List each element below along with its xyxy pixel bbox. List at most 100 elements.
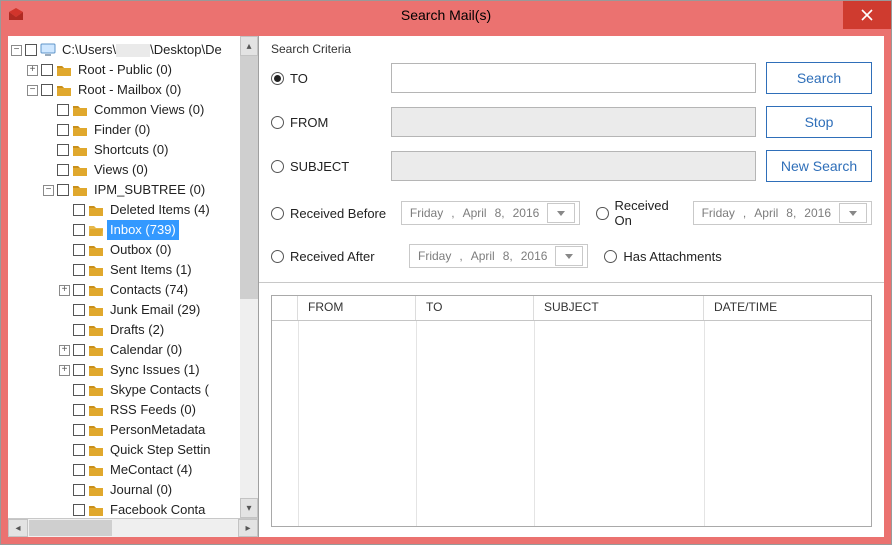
scroll-left-button[interactable]: ◂: [8, 519, 28, 537]
tree-item-views[interactable]: Views (0): [43, 160, 258, 180]
tree-item-common-views[interactable]: Common Views (0): [43, 100, 258, 120]
radio-has-attachments[interactable]: Has Attachments: [604, 249, 721, 264]
tree-item-deleted[interactable]: Deleted Items (4): [59, 200, 258, 220]
checkbox[interactable]: [57, 164, 69, 176]
scroll-thumb[interactable]: [29, 520, 112, 536]
checkbox[interactable]: [73, 304, 85, 316]
checkbox[interactable]: [73, 204, 85, 216]
date-picker-on[interactable]: Friday, April 8, 2016: [693, 201, 872, 225]
from-input[interactable]: [391, 107, 756, 137]
tree-item-shortcuts[interactable]: Shortcuts (0): [43, 140, 258, 160]
vertical-scrollbar[interactable]: ▴ ▾: [240, 36, 258, 518]
tree-item-personmeta[interactable]: PersonMetadata: [59, 420, 258, 440]
tree-item-sent[interactable]: Sent Items (1): [59, 260, 258, 280]
new-search-button[interactable]: New Search: [766, 150, 872, 182]
checkbox[interactable]: [73, 264, 85, 276]
tree-root[interactable]: − C:\Users\\Desktop\De: [11, 40, 258, 60]
criteria-row-from: FROM Stop: [271, 106, 872, 138]
checkbox[interactable]: [73, 364, 85, 376]
subject-input[interactable]: [391, 151, 756, 181]
calendar-dropdown-icon[interactable]: [839, 203, 867, 223]
tree-item-drafts[interactable]: Drafts (2): [59, 320, 258, 340]
radio-to[interactable]: TO: [271, 71, 381, 86]
calendar-dropdown-icon[interactable]: [547, 203, 575, 223]
tree-item-skype[interactable]: Skype Contacts (: [59, 380, 258, 400]
checkbox[interactable]: [73, 224, 85, 236]
checkbox[interactable]: [73, 284, 85, 296]
radio-received-after[interactable]: Received After: [271, 249, 401, 264]
stop-button[interactable]: Stop: [766, 106, 872, 138]
tree-item-rss[interactable]: RSS Feeds (0): [59, 400, 258, 420]
column-from[interactable]: FROM: [298, 296, 416, 320]
search-button[interactable]: Search: [766, 62, 872, 94]
tree-item-root-public[interactable]: + Root - Public (0): [27, 60, 258, 80]
expand-icon[interactable]: −: [11, 45, 22, 56]
checkbox[interactable]: [73, 464, 85, 476]
checkbox[interactable]: [57, 184, 69, 196]
close-button[interactable]: [843, 1, 891, 29]
scroll-right-button[interactable]: ▸: [238, 519, 258, 537]
results-table[interactable]: FROM TO SUBJECT DATE/TIME: [271, 295, 872, 527]
grid-line: [416, 321, 417, 526]
tree-item-quickstep[interactable]: Quick Step Settin: [59, 440, 258, 460]
radio-from[interactable]: FROM: [271, 115, 381, 130]
calendar-dropdown-icon[interactable]: [555, 246, 583, 266]
checkbox[interactable]: [25, 44, 37, 56]
scroll-up-button[interactable]: ▴: [240, 36, 258, 56]
tree-item-finder[interactable]: Finder (0): [43, 120, 258, 140]
checkbox[interactable]: [73, 324, 85, 336]
radio-subject[interactable]: SUBJECT: [271, 159, 381, 174]
expand-icon[interactable]: −: [43, 185, 54, 196]
tree-item-calendar[interactable]: +Calendar (0): [59, 340, 258, 360]
radio-icon: [271, 160, 284, 173]
column-subject[interactable]: SUBJECT: [534, 296, 704, 320]
folder-tree[interactable]: − C:\Users\\Desktop\De +: [11, 40, 258, 518]
horizontal-scrollbar[interactable]: ◂ ▸: [8, 518, 258, 537]
tree-item-mecontact[interactable]: MeContact (4): [59, 460, 258, 480]
tree-label: RSS Feeds (0): [107, 400, 199, 420]
column-to[interactable]: TO: [416, 296, 534, 320]
tree-item-contacts[interactable]: +Contacts (74): [59, 280, 258, 300]
radio-received-on[interactable]: Received On: [596, 198, 684, 228]
date-picker-before[interactable]: Friday, April 8, 2016: [401, 201, 580, 225]
tree-item-sync[interactable]: +Sync Issues (1): [59, 360, 258, 380]
checkbox[interactable]: [57, 104, 69, 116]
expand-icon[interactable]: +: [59, 345, 70, 356]
checkbox[interactable]: [73, 444, 85, 456]
to-input[interactable]: [391, 63, 756, 93]
tree-label: Journal (0): [107, 480, 175, 500]
radio-label: Received After: [290, 249, 375, 264]
tree-label: Outbox (0): [107, 240, 174, 260]
tree-item-junk[interactable]: Junk Email (29): [59, 300, 258, 320]
date-picker-after[interactable]: Friday, April 8, 2016: [409, 244, 588, 268]
scroll-track[interactable]: [29, 520, 237, 536]
checkbox[interactable]: [41, 64, 53, 76]
column-marker[interactable]: [272, 296, 298, 320]
expand-icon[interactable]: −: [27, 85, 38, 96]
expand-icon[interactable]: +: [59, 285, 70, 296]
checkbox[interactable]: [73, 344, 85, 356]
tree-item-journal[interactable]: Journal (0): [59, 480, 258, 500]
scroll-down-button[interactable]: ▾: [240, 498, 258, 518]
checkbox[interactable]: [73, 424, 85, 436]
tree-item-root-mailbox[interactable]: − Root - Mailbox (0): [27, 80, 258, 100]
checkbox[interactable]: [73, 484, 85, 496]
checkbox[interactable]: [73, 384, 85, 396]
tree-item-outbox[interactable]: Outbox (0): [59, 240, 258, 260]
radio-label: TO: [290, 71, 308, 86]
scroll-thumb[interactable]: [240, 56, 258, 299]
checkbox[interactable]: [57, 124, 69, 136]
checkbox[interactable]: [57, 144, 69, 156]
checkbox[interactable]: [41, 84, 53, 96]
checkbox[interactable]: [73, 244, 85, 256]
checkbox[interactable]: [73, 404, 85, 416]
scroll-track[interactable]: [240, 56, 258, 498]
radio-received-before[interactable]: Received Before: [271, 206, 393, 221]
tree-item-inbox[interactable]: Inbox (739): [59, 220, 258, 240]
tree-item-facebook[interactable]: Facebook Conta: [59, 500, 258, 518]
expand-icon[interactable]: +: [27, 65, 38, 76]
column-datetime[interactable]: DATE/TIME: [704, 296, 871, 320]
tree-item-ipm-subtree[interactable]: −IPM_SUBTREE (0): [43, 180, 258, 200]
checkbox[interactable]: [73, 504, 85, 516]
expand-icon[interactable]: +: [59, 365, 70, 376]
